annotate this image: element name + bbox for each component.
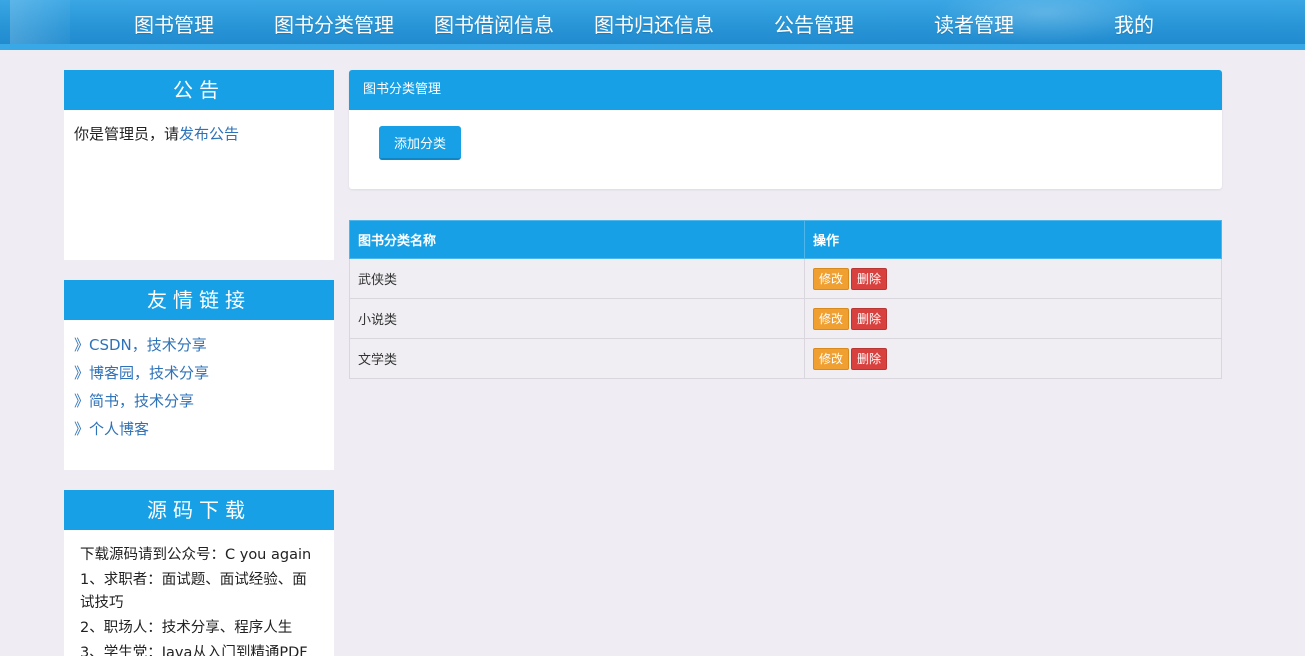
notice-box: 公告 你是管理员，请发布公告 — [64, 70, 334, 260]
category-name-cell: 小说类 — [349, 298, 805, 339]
nav-book-category-management[interactable]: 图书分类管理 — [274, 11, 394, 39]
nav-borrow-info[interactable]: 图书借阅信息 — [434, 11, 554, 39]
link-cnblogs[interactable]: 》博客园，技术分享 — [74, 359, 324, 387]
category-name-cell: 文学类 — [349, 338, 805, 379]
panel-title: 图书分类管理 — [349, 70, 1222, 110]
link-personal-blog[interactable]: 》个人博客 — [74, 415, 324, 443]
nav-notice-management[interactable]: 公告管理 — [774, 11, 854, 39]
nav-book-management[interactable]: 图书管理 — [134, 11, 214, 39]
source-download-box: 源码下载 下载源码请到公众号：C you again 1、求职者：面试题、面试经… — [64, 490, 334, 656]
edit-button[interactable]: 修改 — [813, 307, 850, 330]
link-csdn[interactable]: 》CSDN，技术分享 — [74, 331, 324, 359]
friend-links-list: 》CSDN，技术分享 》博客园，技术分享 》简书，技术分享 》个人博客 — [64, 320, 334, 453]
delete-button[interactable]: 删除 — [851, 347, 888, 370]
table-row: 武侠类 修改 删除 — [349, 258, 1222, 299]
category-name-cell: 武侠类 — [349, 258, 805, 299]
column-header-actions: 操作 — [804, 220, 1222, 259]
publish-notice-link[interactable]: 发布公告 — [179, 125, 239, 143]
source-line: 2、职场人：技术分享、程序人生 — [80, 620, 293, 636]
edit-button[interactable]: 修改 — [813, 267, 850, 290]
source-line: 下载源码请到公众号：C you again — [80, 547, 312, 563]
actions-cell: 修改 删除 — [804, 298, 1222, 339]
source-download-title: 源码下载 — [64, 490, 334, 530]
notice-body: 你是管理员，请发布公告 — [64, 110, 334, 158]
notice-text: 你是管理员，请 — [74, 125, 180, 143]
source-line: 3、学生党：Java从入门到精通PDF — [80, 645, 308, 656]
table-header-row: 图书分类名称 操作 — [349, 220, 1222, 259]
nav-reader-management[interactable]: 读者管理 — [934, 11, 1014, 39]
nav-return-info[interactable]: 图书归还信息 — [594, 11, 714, 39]
delete-button[interactable]: 删除 — [851, 307, 888, 330]
delete-button[interactable]: 删除 — [851, 267, 888, 290]
column-header-category-name: 图书分类名称 — [349, 220, 805, 259]
navbar-bottom-strip — [0, 44, 1305, 50]
link-jianshu[interactable]: 》简书，技术分享 — [74, 387, 324, 415]
friend-links-title: 友情链接 — [64, 280, 334, 320]
actions-cell: 修改 删除 — [804, 338, 1222, 379]
table-row: 小说类 修改 删除 — [349, 298, 1222, 339]
actions-cell: 修改 删除 — [804, 258, 1222, 299]
category-table: 图书分类名称 操作 武侠类 修改 删除 小说类 修改 删除 文学类 修改 删除 — [349, 220, 1222, 379]
add-category-button[interactable]: 添加分类 — [379, 126, 461, 160]
friend-links-box: 友情链接 》CSDN，技术分享 》博客园，技术分享 》简书，技术分享 》个人博客 — [64, 280, 334, 470]
source-download-body: 下载源码请到公众号：C you again 1、求职者：面试题、面试经验、面试技… — [64, 530, 334, 656]
category-panel: 图书分类管理 添加分类 — [349, 70, 1222, 189]
top-navbar: 图书管理 图书分类管理 图书借阅信息 图书归还信息 公告管理 读者管理 我的 — [0, 0, 1305, 50]
notice-title: 公告 — [64, 70, 334, 110]
nav-mine[interactable]: 我的 — [1114, 11, 1154, 39]
table-row: 文学类 修改 删除 — [349, 338, 1222, 379]
edit-button[interactable]: 修改 — [813, 347, 850, 370]
source-line: 1、求职者：面试题、面试经验、面试技巧 — [80, 572, 307, 611]
